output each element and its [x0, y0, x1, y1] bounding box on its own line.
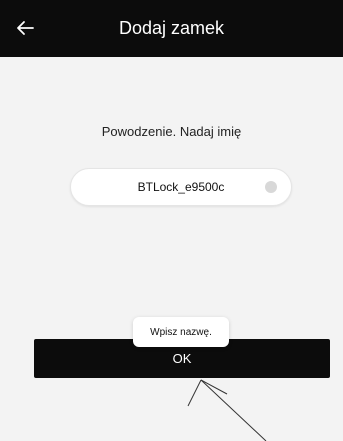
annotation-arrow-head-right [200, 379, 228, 395]
clear-icon[interactable] [265, 181, 277, 193]
lock-name-input[interactable] [111, 169, 251, 205]
success-prompt: Powodzenie. Nadaj imię [101, 124, 242, 139]
page-title: Dodaj zamek [118, 18, 225, 38]
arrow-left-icon [17, 21, 34, 35]
toast-message: Wpisz nazwę. [133, 317, 229, 347]
lock-name-field [70, 168, 292, 206]
back-button[interactable] [10, 15, 40, 41]
top-bar: Dodaj zamek [0, 0, 343, 57]
annotation-arrow-shaft [200, 379, 267, 441]
annotation-arrow-head-left [187, 379, 202, 407]
